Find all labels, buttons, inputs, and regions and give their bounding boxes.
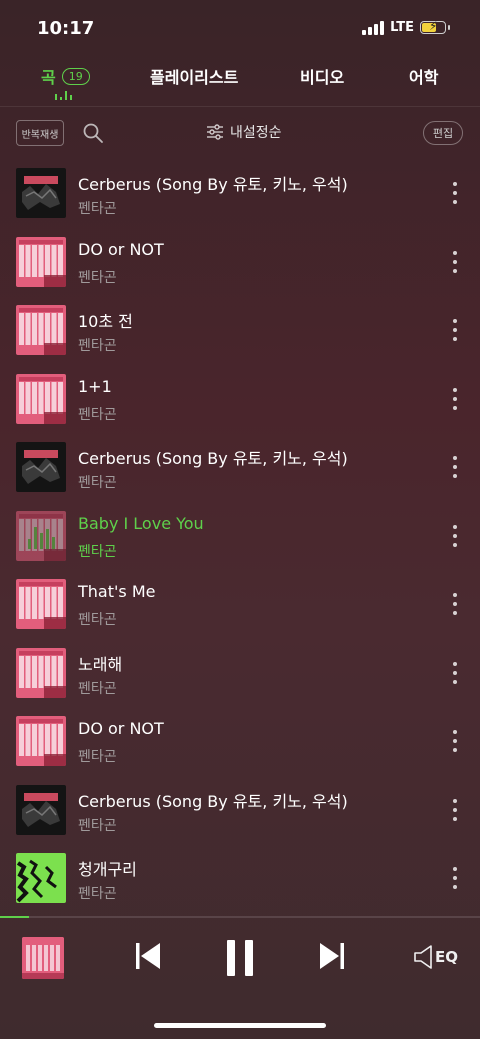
- more-options-icon[interactable]: [448, 387, 462, 410]
- album-cover: [16, 442, 66, 492]
- repeat-button-label: 반복재생: [21, 129, 59, 141]
- more-options-icon[interactable]: [448, 182, 462, 204]
- song-list: Cerberus (Song By 유토, 키노, 우석) 펜타곤 DO or NO…: [0, 158, 480, 912]
- battery-cap: [448, 25, 450, 30]
- song-row[interactable]: 노래해펜타곤: [0, 638, 480, 707]
- song-artist: 펜타곤: [78, 406, 117, 423]
- song-artist: 펜타곤: [78, 817, 117, 834]
- sort-button[interactable]: 내설정순: [206, 122, 282, 142]
- now-playing-indicator-icon: [55, 90, 72, 100]
- album-cover: [16, 784, 66, 835]
- song-row[interactable]: Baby I Love You 펜타곤: [0, 501, 480, 570]
- song-artist: 펜타곤: [78, 680, 117, 697]
- album-cover: [16, 373, 66, 424]
- status-bar: 10:17 LTE ⚡: [0, 0, 480, 56]
- repeat-button[interactable]: 반복재생: [16, 120, 64, 146]
- now-playing-equalizer-icon: [28, 525, 55, 549]
- pause-icon[interactable]: [224, 939, 256, 977]
- next-track-icon[interactable]: [318, 939, 346, 973]
- more-options-icon[interactable]: [448, 730, 462, 752]
- album-cover: [16, 510, 66, 561]
- more-options-icon[interactable]: [448, 319, 462, 341]
- song-artist: 펜타곤: [78, 749, 117, 765]
- song-row[interactable]: DO or NOT 펜타곤: [0, 706, 480, 775]
- album-cover: [16, 853, 66, 903]
- tab-songs[interactable]: 곡 19: [41, 64, 90, 88]
- status-indicators: LTE ⚡: [362, 19, 450, 35]
- song-artist: 펜타곤: [78, 201, 117, 217]
- song-artist: 펜타곤: [78, 543, 117, 560]
- song-title: Baby I Love You: [78, 513, 204, 533]
- album-cover: [16, 168, 66, 218]
- song-title: Cerberus (Song By 유토, 키노, 우석): [78, 175, 348, 194]
- eq-button[interactable]: EQ: [413, 944, 458, 970]
- song-row[interactable]: Cerberus (Song By 유토, 키노, 우석) 펜타곤: [0, 775, 480, 844]
- tab-videos[interactable]: 비디오: [300, 64, 344, 88]
- mini-player: EQ: [0, 918, 480, 998]
- search-icon[interactable]: [82, 122, 104, 144]
- song-artist: 펜타곤: [78, 475, 117, 491]
- previous-track-icon[interactable]: [134, 939, 162, 973]
- tab-songs-count-badge: 19: [61, 67, 90, 85]
- song-row[interactable]: That's Me 펜타곤: [0, 569, 480, 638]
- song-row[interactable]: Cerberus (Song By 유토, 키노, 우석) 펜타곤: [0, 158, 480, 227]
- tab-language[interactable]: 어학: [409, 64, 438, 88]
- song-title: 10초 전: [78, 312, 133, 331]
- tabs-divider: [0, 106, 480, 107]
- now-playing-cover[interactable]: [22, 937, 64, 979]
- tab-songs-label: 곡: [41, 68, 56, 87]
- more-options-icon[interactable]: [448, 867, 462, 889]
- sort-label: 내설정순: [230, 125, 282, 141]
- more-options-icon[interactable]: [448, 593, 462, 615]
- more-options-icon[interactable]: [448, 524, 462, 547]
- album-cover: [16, 236, 66, 287]
- song-title: 노래해: [78, 654, 123, 674]
- song-artist: 펜타곤: [78, 612, 117, 628]
- song-title: 1+1: [78, 376, 112, 396]
- song-title: DO or NOT: [78, 719, 164, 738]
- more-options-icon[interactable]: [448, 250, 462, 273]
- album-cover: [16, 647, 66, 698]
- sort-filter-icon: [207, 124, 223, 140]
- album-cover: [16, 716, 66, 766]
- library-tabs: 곡 19 플레이리스트 비디오 어학: [0, 60, 480, 106]
- album-cover: [16, 579, 66, 629]
- network-type: LTE: [390, 20, 414, 35]
- song-row[interactable]: 10초 전펜타곤: [0, 295, 480, 364]
- edit-button[interactable]: 편집: [423, 121, 463, 145]
- battery-icon: ⚡: [420, 19, 446, 34]
- song-title: DO or NOT: [78, 239, 164, 259]
- list-toolbar: 반복재생 내설정순 편집: [0, 118, 480, 150]
- more-options-icon[interactable]: [448, 798, 462, 821]
- edit-button-label: 편집: [432, 127, 454, 140]
- song-title: Cerberus (Song By 유토, 키노, 우석): [78, 791, 348, 811]
- song-title: Cerberus (Song By 유토, 키노, 우석): [78, 449, 348, 468]
- album-cover: [16, 305, 66, 355]
- song-title: That's Me: [78, 582, 156, 601]
- home-indicator[interactable]: [154, 1023, 326, 1028]
- song-row[interactable]: 1+1 펜타곤: [0, 364, 480, 433]
- song-artist: 펜타곤: [78, 338, 117, 354]
- song-row[interactable]: DO or NOT 펜타곤: [0, 227, 480, 296]
- speaker-icon: [414, 945, 432, 969]
- more-options-icon[interactable]: [448, 456, 462, 478]
- eq-label: EQ: [435, 948, 458, 966]
- song-title: 청개구리: [78, 860, 137, 879]
- signal-icon: [362, 20, 385, 35]
- status-time: 10:17: [37, 18, 95, 39]
- more-options-icon[interactable]: [448, 661, 462, 684]
- song-artist: 펜타곤: [78, 886, 117, 902]
- song-row[interactable]: 청개구리펜타곤: [0, 843, 480, 912]
- song-row[interactable]: Cerberus (Song By 유토, 키노, 우석) 펜타곤: [0, 432, 480, 501]
- song-artist: 펜타곤: [78, 269, 117, 286]
- tab-playlists[interactable]: 플레이리스트: [150, 64, 238, 88]
